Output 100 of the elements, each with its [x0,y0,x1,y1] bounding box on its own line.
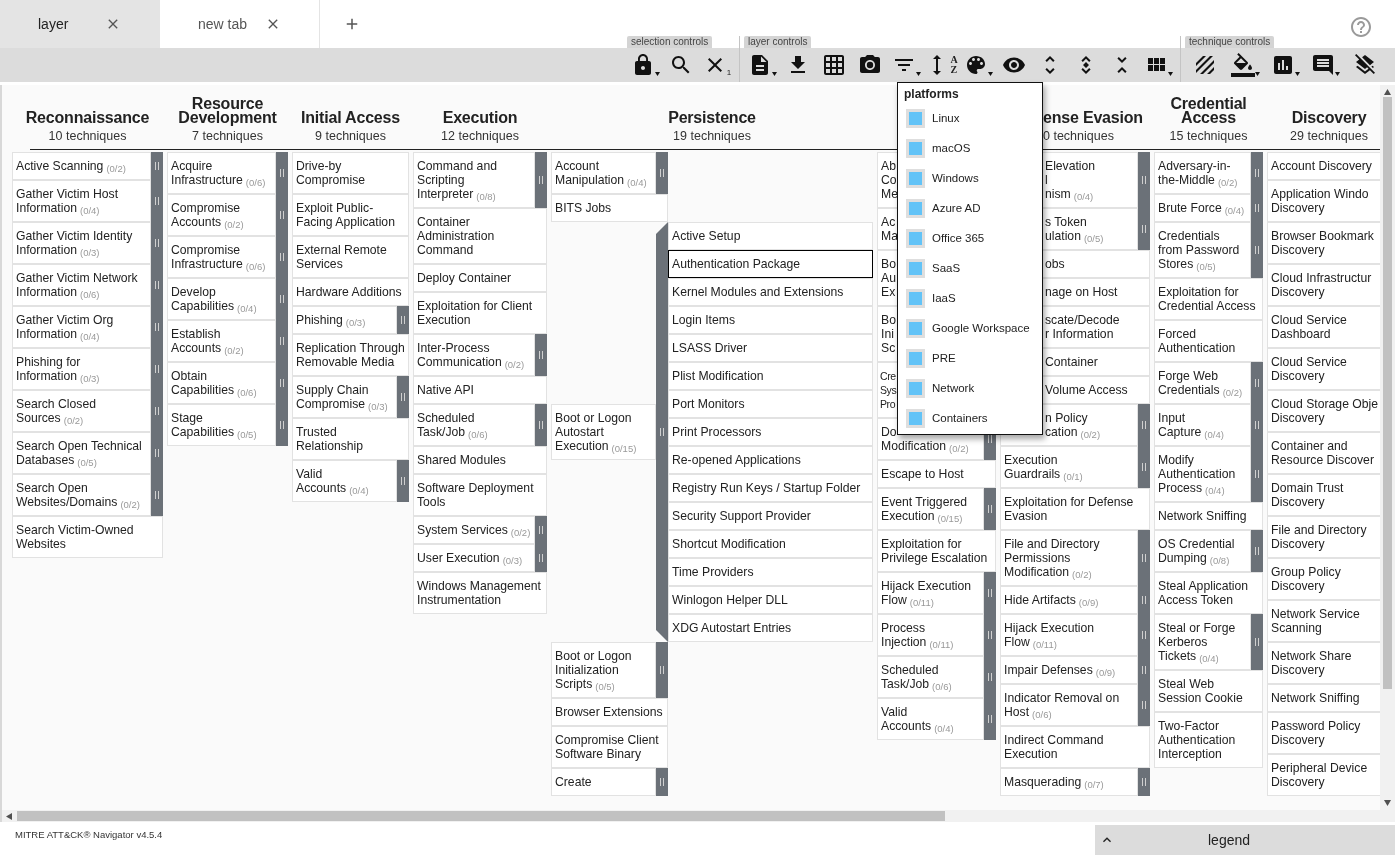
technique-cell[interactable]: Supply Chain Compromise $_{(0/3)}$ [292,376,397,418]
fill-icon[interactable] [1230,53,1255,77]
caret-icon[interactable] [987,72,993,76]
platform-checkbox[interactable] [906,408,925,428]
technique-cell[interactable]: Peripheral Device Discovery [1267,754,1380,796]
technique-cell[interactable]: Boot or Logon Initialization Scripts $_{(0/5)}$ [551,642,656,698]
technique-cell[interactable]: Compromise Client Software Binary [551,726,668,768]
sub-technique-cell[interactable]: Authentication Package [668,250,873,278]
sub-technique-handle[interactable] [1251,530,1263,572]
sub-technique-handle[interactable] [656,768,668,796]
technique-cell[interactable]: External Remote Services [292,236,409,278]
sub-technique-handle[interactable] [1138,152,1150,208]
sub-technique-handle[interactable] [656,152,668,194]
technique-cell[interactable]: Boot or Logon Autostart Execution $_{(0/15)}$ [551,404,656,460]
platform-label[interactable]: IaaS [932,292,956,304]
sub-technique-handle[interactable] [984,488,996,530]
technique-cell[interactable]: Obtain Capabilities $_{(0/6)}$ [167,362,276,404]
technique-cell[interactable]: Group Policy Discovery [1267,558,1380,600]
sub-technique-cell[interactable]: Re-opened Applications [668,446,873,474]
sub-technique-handle[interactable] [151,152,163,180]
caret-icon[interactable] [771,72,777,76]
sub-technique-handle[interactable] [535,404,547,446]
technique-cell[interactable]: Gather Victim Network Information $_{(0/6)}$ [12,264,151,306]
technique-cell[interactable]: Indicator Removal on Host $_{(0/6)}$ [1000,684,1138,726]
technique-cell[interactable]: Search Victim-Owned Websites [12,516,163,558]
sub-technique-handle[interactable] [1251,362,1263,404]
sub-technique-handle[interactable] [535,516,547,544]
sub-technique-handle[interactable] [1251,614,1263,670]
technique-cell[interactable]: Stage Capabilities $_{(0/5)}$ [167,404,276,446]
caret-icon[interactable] [1334,72,1340,76]
technique-cell[interactable]: Hide Artifacts $_{(0/9)}$ [1000,586,1138,614]
sub-technique-handle[interactable] [397,306,409,334]
technique-cell[interactable]: Process Injection $_{(0/11)}$ [877,614,984,656]
technique-cell[interactable]: Gather Victim Identity Information $_{(0/3)}$ [12,222,151,264]
sub-technique-cell[interactable]: XDG Autostart Entries [668,614,873,642]
sub-technique-cell[interactable]: Plist Modification [668,362,873,390]
technique-cell[interactable]: Forced Authentication [1154,320,1263,362]
technique-cell[interactable]: Forge Web Credentials $_{(0/2)}$ [1154,362,1251,404]
caret-icon[interactable] [1254,72,1260,76]
technique-cell[interactable]: Native API [413,376,547,404]
platform-checkbox[interactable] [906,348,925,368]
technique-cell[interactable]: Hardware Additions [292,278,409,306]
technique-cell[interactable]: Steal Application Access Token [1154,572,1263,614]
technique-cell[interactable]: Account Manipulation $_{(0/4)}$ [551,152,656,194]
legend-bar[interactable]: legend [1095,825,1395,855]
technique-cell[interactable]: Replication Through Removable Media [292,334,409,376]
technique-cell[interactable]: Exploitation for Credential Access [1154,278,1263,320]
platform-label[interactable]: macOS [932,142,971,154]
technique-cell[interactable]: Gather Victim Host Information $_{(0/4)}$ [12,180,151,222]
arrow-up-icon[interactable] [1384,89,1391,95]
technique-cell[interactable]: Modify Authentication Process $_{(0/4)}$ [1154,446,1251,502]
technique-cell[interactable]: Execution Guardrails $_{(0/1)}$ [1000,446,1138,488]
grid-icon[interactable] [822,53,846,77]
technique-cell[interactable]: Cloud Infrastructur Discovery [1267,264,1380,306]
technique-cell[interactable]: Password Policy Discovery [1267,712,1380,754]
technique-cell[interactable]: Windows Management Instrumentation [413,572,547,614]
sub-technique-handle[interactable] [656,642,668,698]
caret-icon[interactable] [915,72,921,76]
technique-cell[interactable]: Impair Defenses $_{(0/9)}$ [1000,656,1138,684]
scrollbar[interactable] [1380,85,1395,810]
technique-cell[interactable]: Browser Bookmark Discovery [1267,222,1380,264]
sub-technique-handle[interactable] [397,460,409,502]
technique-cell[interactable]: Scheduled Task/Job $_{(0/6)}$ [877,656,984,698]
technique-cell[interactable]: Network Share Discovery [1267,642,1380,684]
technique-cell[interactable]: Exploitation for Client Execution [413,292,547,334]
technique-cell[interactable]: File and Directory Discovery [1267,516,1380,558]
technique-cell[interactable]: Drive-by Compromise [292,152,409,194]
comment-icon[interactable] [1310,53,1335,77]
arrow-down-icon[interactable] [1384,800,1391,806]
technique-cell[interactable]: Masquerading $_{(0/7)}$ [1000,768,1138,796]
layers-clear-icon[interactable] [1353,53,1377,77]
scrollbar-thumb[interactable] [17,811,945,821]
platform-checkbox[interactable] [906,228,925,248]
sub-technique-handle[interactable] [984,698,996,740]
technique-cell[interactable]: Hijack Execution Flow $_{(0/11)}$ [877,572,984,614]
platform-checkbox[interactable] [906,138,925,158]
platform-label[interactable]: Windows [932,172,979,184]
sub-technique-handle[interactable] [1138,684,1150,726]
technique-cell[interactable]: Develop Capabilities $_{(0/4)}$ [167,278,276,320]
sub-technique-handle[interactable] [397,376,409,418]
technique-cell[interactable]: Acquire Infrastructure $_{(0/6)}$ [167,152,276,194]
platform-label[interactable]: SaaS [932,262,961,274]
technique-cell[interactable]: Command and Scripting Interpreter $_{(0/8)}$ [413,152,535,208]
platform-checkbox[interactable] [906,198,925,218]
sub-technique-handle[interactable] [1138,768,1150,796]
technique-cell[interactable]: Network Sniffing [1154,502,1263,530]
technique-cell[interactable]: Create [551,768,656,796]
technique-cell[interactable]: Cloud Service Dashboard [1267,306,1380,348]
sub-technique-cell[interactable]: Port Monitors [668,390,873,418]
technique-cell[interactable]: Cloud Service Discovery [1267,348,1380,390]
sub-technique-handle[interactable] [1251,152,1263,194]
platform-checkbox[interactable] [906,168,925,188]
sub-technique-handle[interactable] [1138,208,1150,250]
platform-label[interactable]: Network [932,382,975,394]
technique-cell[interactable]: Browser Extensions [551,698,668,726]
technique-cell[interactable]: Compromise Accounts $_{(0/2)}$ [167,194,276,236]
sort-letters[interactable]: A Z [950,55,958,75]
sub-technique-cell[interactable]: Kernel Modules and Extensions [668,278,873,306]
technique-cell[interactable]: Exploitation for Defense Evasion [1000,488,1150,530]
technique-cell[interactable]: Deploy Container [413,264,547,292]
